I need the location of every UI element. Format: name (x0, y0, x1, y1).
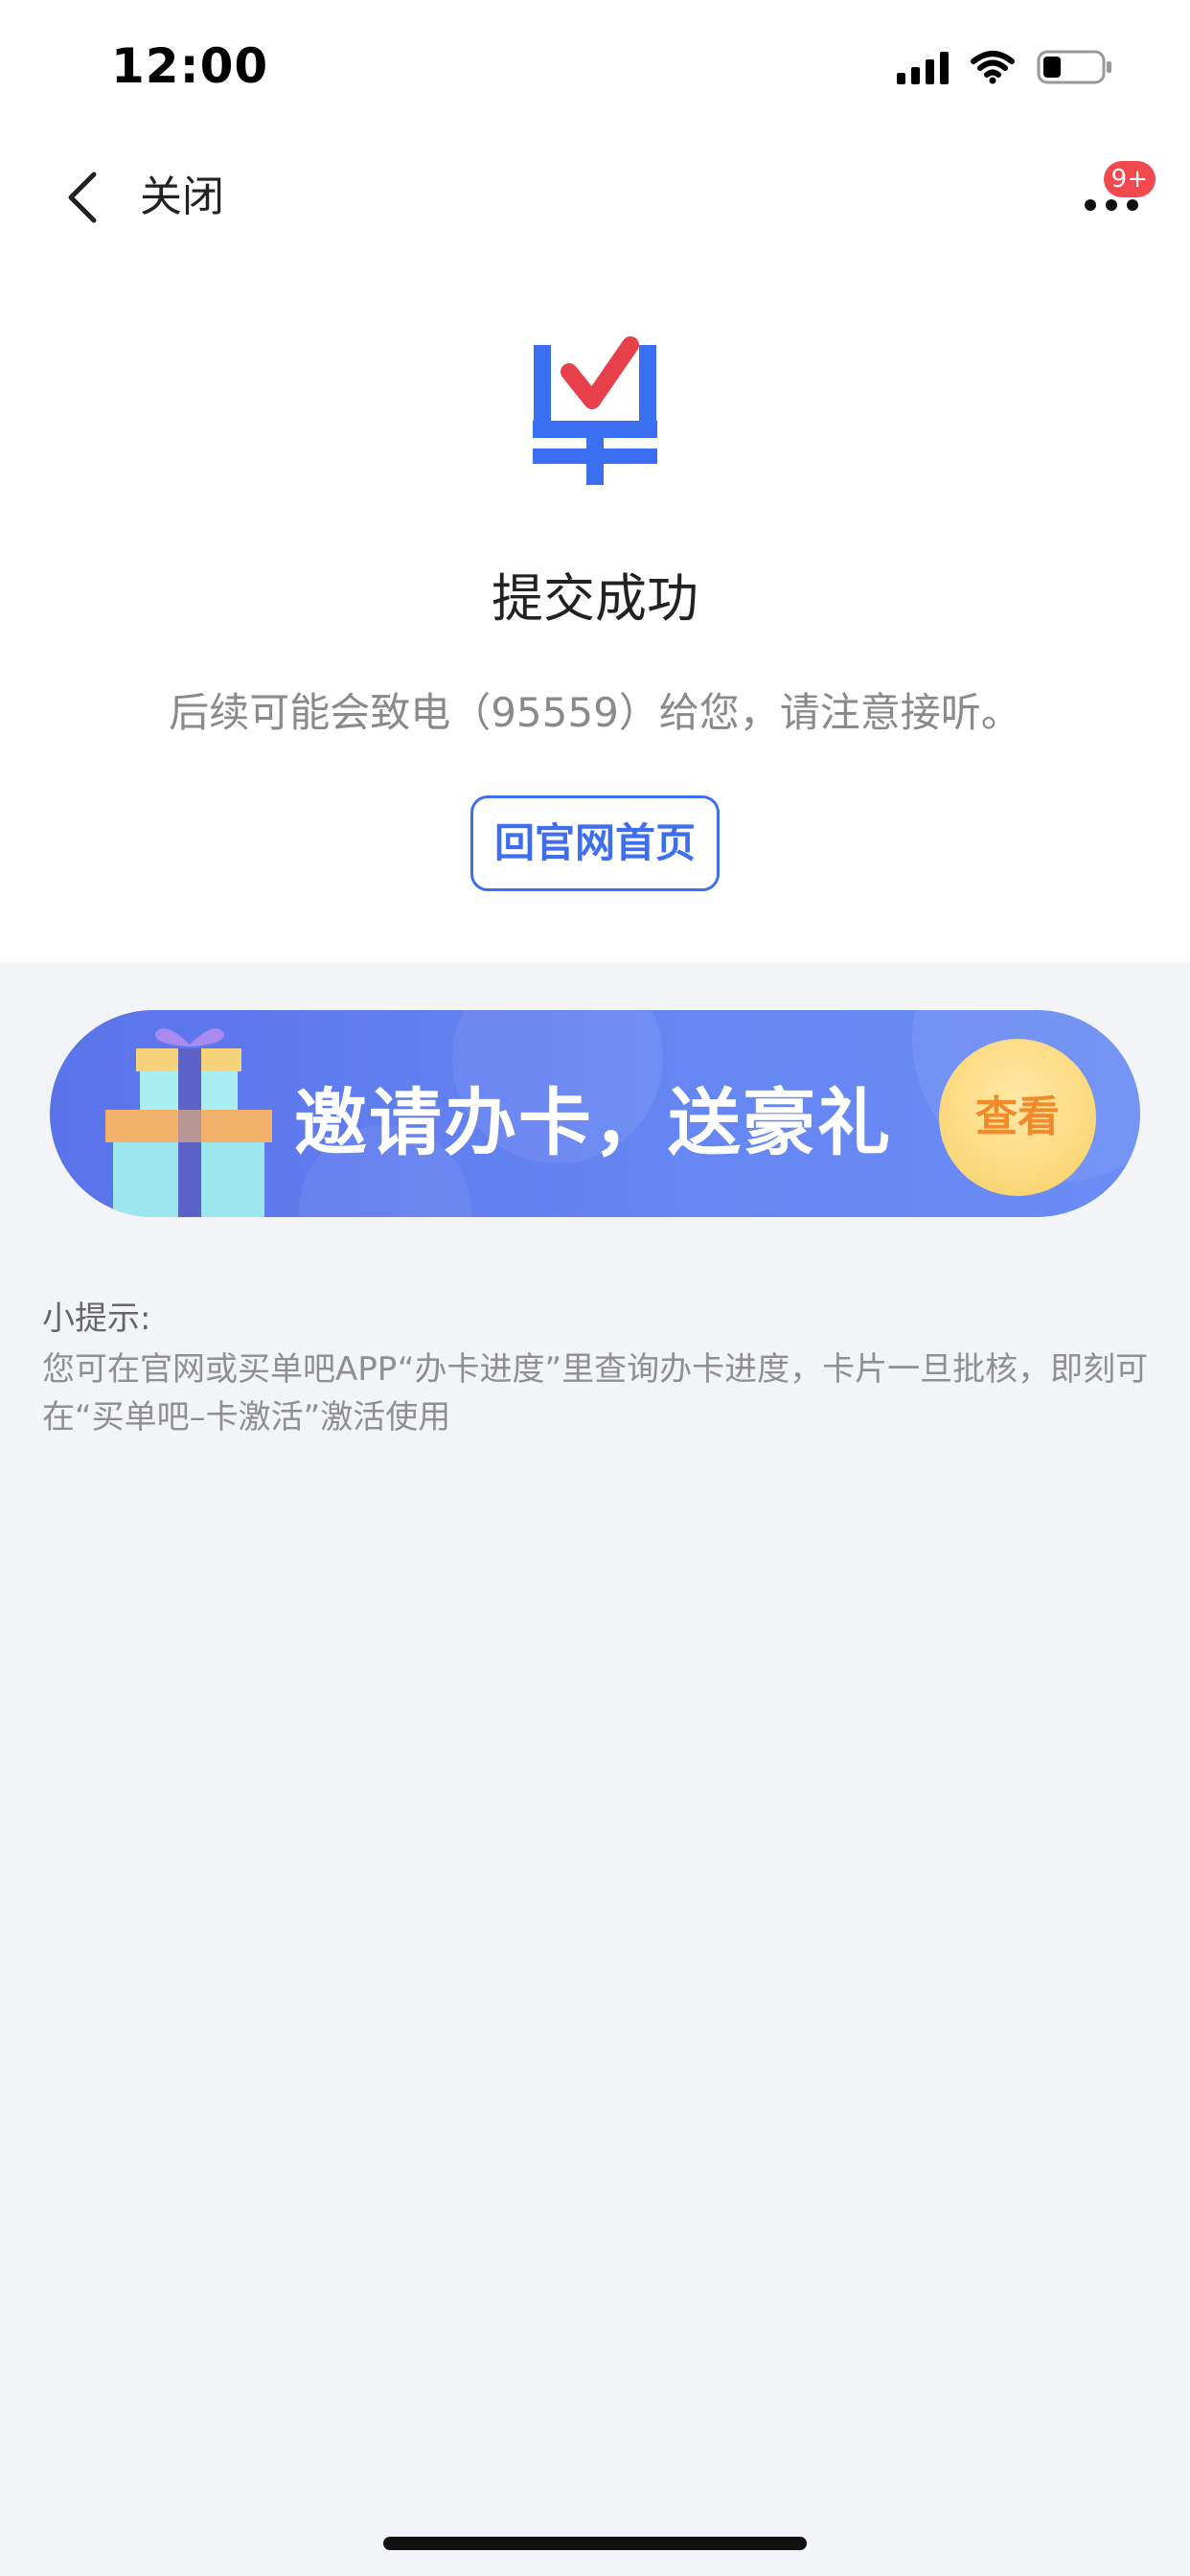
home-button[interactable]: 回官网首页 (470, 795, 720, 891)
tips-text: 您可在官网或买单吧APP“办卡进度”里查询办卡进度，卡片一旦批核，即刻可在“买单… (42, 1350, 1149, 1437)
tips-label: 小提示: (42, 1300, 151, 1338)
status-bar: 12:00 (0, 0, 1190, 134)
notification-badge: 9+ (1103, 161, 1156, 197)
home-indicator[interactable] (383, 2537, 807, 2550)
battery-icon (1037, 50, 1111, 84)
banner-text: 邀请办卡，送豪礼 (294, 1080, 892, 1165)
success-description: 后续可能会致电（95559）给您，请注意接听。 (169, 689, 1021, 736)
success-title: 提交成功 (492, 568, 698, 629)
status-icons (897, 48, 1113, 86)
bank-card-check-logo (533, 336, 657, 485)
gift-icon (105, 1028, 272, 1217)
view-button[interactable]: 查看 (939, 1039, 1096, 1196)
nav-bar: 关闭 9+ (0, 134, 1190, 268)
invite-banner[interactable]: 邀请办卡，送豪礼 查看 (50, 1010, 1140, 1217)
close-label[interactable]: 关闭 (140, 161, 224, 234)
status-time: 12:00 (111, 38, 269, 94)
more-dots-icon (1085, 199, 1138, 211)
more-button[interactable]: 9+ (1065, 161, 1156, 238)
success-section: 提交成功 后续可能会致电（95559）给您，请注意接听。 回官网首页 (0, 268, 1190, 962)
signal-icon (897, 50, 949, 84)
back-button[interactable] (46, 151, 119, 243)
wifi-icon (971, 51, 1015, 84)
chevron-left-icon (68, 172, 97, 223)
page: 12:00 关闭 9+ 提交成功 后续可能会致电（95559）给您，请注意接听。… (0, 0, 1190, 2576)
